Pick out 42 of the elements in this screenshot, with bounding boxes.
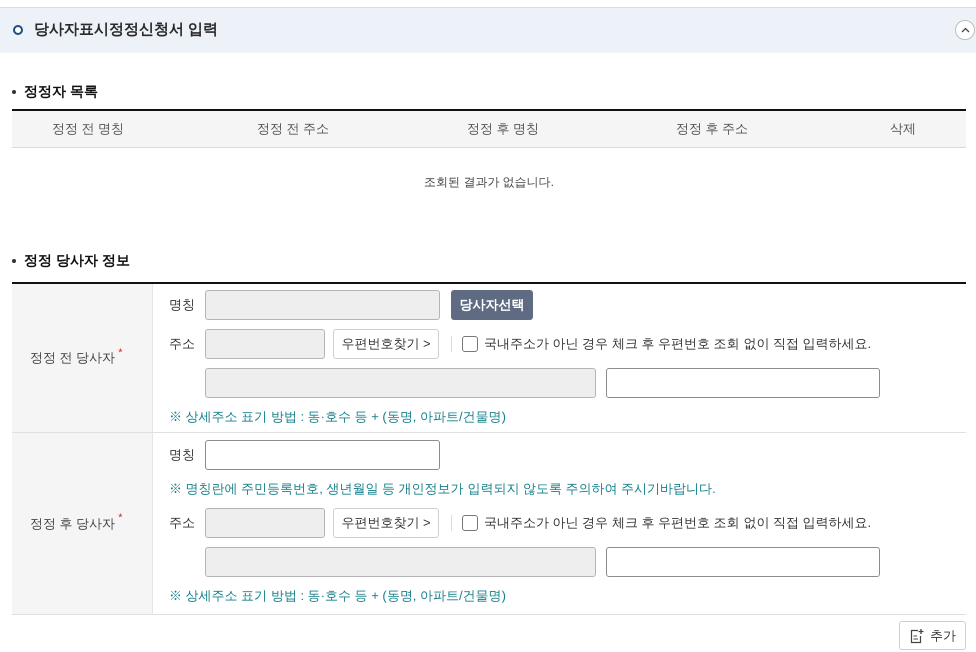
chevron-up-icon <box>960 27 970 33</box>
column-header: 정정 전 명칭 <box>52 120 124 138</box>
postcode-field[interactable] <box>205 508 325 538</box>
required-mark: * <box>118 346 123 361</box>
note-text: ※ 상세주소 표기 방법 : 동·호수 등 + (동명, 아파트/건물명) <box>169 587 506 605</box>
field-label: 명칭 <box>169 296 196 314</box>
postcode-search-button[interactable]: 우편번호찾기 > <box>333 329 439 359</box>
bullet-icon <box>12 90 16 94</box>
checkbox[interactable] <box>462 515 478 531</box>
bullet-icon <box>12 259 16 263</box>
section-heading: 정정 당사자 정보 <box>24 251 130 270</box>
select-party-button[interactable]: 당사자선택 <box>451 290 533 320</box>
panel-title: 당사자표시정정신청서 입력 <box>34 20 218 40</box>
name-field[interactable] <box>205 440 440 470</box>
checkbox-label: 국내주소가 아닌 경우 체크 후 우편번호 조회 없이 직접 입력하세요. <box>484 335 872 354</box>
detail-address-field[interactable] <box>606 368 880 398</box>
address-field[interactable] <box>205 547 596 577</box>
column-header: 정정 후 명칭 <box>466 120 540 138</box>
collapse-button[interactable] <box>955 20 975 40</box>
column-header: 삭제 <box>890 120 916 138</box>
document-plus-icon <box>909 628 924 644</box>
checkbox[interactable] <box>462 336 478 352</box>
add-button[interactable]: 추가 <box>899 621 966 650</box>
field-label: 주소 <box>169 514 196 532</box>
checkbox-label: 국내주소가 아닌 경우 체크 후 우편번호 조회 없이 직접 입력하세요. <box>484 514 872 532</box>
note-text: ※ 명칭란에 주민등록번호, 생년월일 등 개인정보가 입력되지 않도록 주의하여 주시기바랍니다. <box>169 480 716 498</box>
field-label: 명칭 <box>169 446 196 464</box>
field-label: 정정 전 당사자 <box>30 349 116 368</box>
column-header: 정정 전 주소 <box>256 120 330 138</box>
section-heading: 정정자 목록 <box>24 82 98 101</box>
postcode-field[interactable] <box>205 329 325 359</box>
ring-icon <box>13 25 23 35</box>
detail-address-field[interactable] <box>606 547 880 577</box>
postcode-search-button[interactable]: 우편번호찾기 > <box>333 508 439 538</box>
empty-message: 조회된 결과가 없습니다. <box>424 174 554 190</box>
column-header: 정정 후 주소 <box>676 120 748 138</box>
address-field[interactable] <box>205 368 596 398</box>
field-label: 주소 <box>169 335 196 354</box>
note-text: ※ 상세주소 표기 방법 : 동·호수 등 + (동명, 아파트/건물명) <box>169 408 506 426</box>
name-field[interactable] <box>205 290 440 320</box>
field-label: 정정 후 당사자 <box>30 514 116 533</box>
required-mark: * <box>118 511 123 526</box>
